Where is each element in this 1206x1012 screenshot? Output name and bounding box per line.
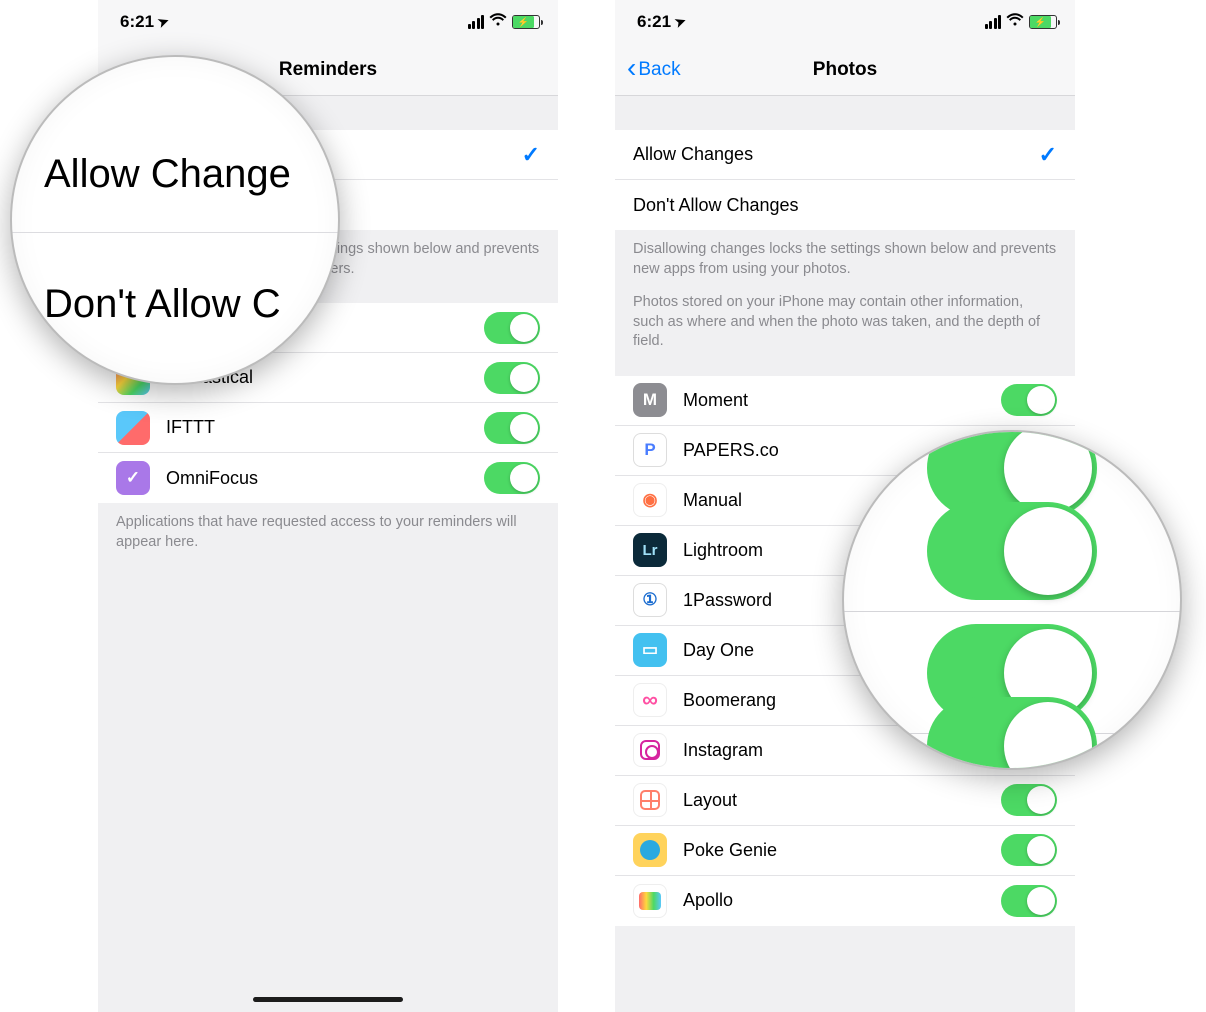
- app-icon: Lr: [633, 533, 667, 567]
- app-row[interactable]: M Moment: [615, 376, 1075, 426]
- app-icon: [633, 884, 667, 918]
- status-time: 6:21: [120, 12, 154, 32]
- toggle-switch[interactable]: [484, 462, 540, 494]
- changes-group: Allow Changes ✓ Don't Allow Changes: [615, 130, 1075, 230]
- back-button[interactable]: ‹ Back: [627, 56, 681, 84]
- battery-icon: ⚡: [1029, 15, 1057, 29]
- app-icon: ①: [633, 583, 667, 617]
- toggle-switch[interactable]: [1001, 885, 1057, 917]
- wifi-icon: [489, 13, 507, 32]
- app-label: Moment: [683, 390, 1001, 411]
- app-label: IFTTT: [166, 417, 484, 438]
- app-icon: [633, 733, 667, 767]
- app-icon: ◉: [633, 483, 667, 517]
- home-indicator[interactable]: [253, 997, 403, 1002]
- app-row[interactable]: ✓ OmniFocus: [98, 453, 558, 503]
- dont-allow-changes-row[interactable]: Don't Allow Changes: [615, 180, 1075, 230]
- status-bar: 6:21 ➤ ⚡: [98, 0, 558, 44]
- changes-footer: Disallowing changes locks the settings s…: [615, 230, 1075, 376]
- location-arrow-icon: ➤: [156, 13, 172, 32]
- status-time: 6:21: [637, 12, 671, 32]
- apps-footer: Applications that have requested access …: [98, 503, 558, 576]
- allow-changes-label: Allow Changes: [633, 144, 1039, 165]
- app-icon: ▭: [633, 633, 667, 667]
- app-icon: [633, 783, 667, 817]
- allow-changes-row[interactable]: Allow Changes ✓: [615, 130, 1075, 180]
- zoom-dont-allow-label: Don't Allow C: [44, 282, 306, 327]
- status-bar: 6:21 ➤ ⚡: [615, 0, 1075, 44]
- toggle-switch[interactable]: [484, 362, 540, 394]
- dont-allow-changes-label: Don't Allow Changes: [633, 195, 1057, 216]
- signal-icon: [985, 15, 1002, 29]
- app-label: Apollo: [683, 890, 1001, 911]
- app-row[interactable]: Poke Genie: [615, 826, 1075, 876]
- app-label: OmniFocus: [166, 468, 484, 489]
- checkmark-icon: ✓: [522, 142, 540, 168]
- zoom-toggle-switch: [927, 697, 1097, 770]
- navbar: ‹ Back Photos: [615, 44, 1075, 96]
- app-icon: [633, 833, 667, 867]
- zoom-bubble-options: Allow Change Don't Allow C: [10, 55, 340, 385]
- toggle-switch[interactable]: [484, 312, 540, 344]
- zoom-allow-label: Allow Change: [44, 152, 306, 197]
- app-icon: [116, 411, 150, 445]
- app-icon: ✓: [116, 461, 150, 495]
- zoom-toggle-switch: [927, 502, 1097, 600]
- app-row[interactable]: Layout: [615, 776, 1075, 826]
- app-label: Poke Genie: [683, 840, 1001, 861]
- toggle-switch[interactable]: [1001, 784, 1057, 816]
- toggle-switch[interactable]: [1001, 834, 1057, 866]
- checkmark-icon: ✓: [1039, 142, 1057, 168]
- toggle-switch[interactable]: [1001, 384, 1057, 416]
- app-row[interactable]: Apollo: [615, 876, 1075, 926]
- nav-title: Photos: [813, 59, 877, 81]
- app-icon: ∞: [633, 683, 667, 717]
- app-row[interactable]: IFTTT: [98, 403, 558, 453]
- back-label: Back: [638, 59, 680, 81]
- chevron-left-icon: ‹: [627, 54, 636, 82]
- toggle-switch[interactable]: [484, 412, 540, 444]
- signal-icon: [468, 15, 485, 29]
- zoom-bubble-toggles: [842, 430, 1182, 770]
- wifi-icon: [1006, 13, 1024, 32]
- app-label: Layout: [683, 790, 1001, 811]
- battery-icon: ⚡: [512, 15, 540, 29]
- app-icon: P: [633, 433, 667, 467]
- app-icon: M: [633, 383, 667, 417]
- location-arrow-icon: ➤: [673, 13, 689, 32]
